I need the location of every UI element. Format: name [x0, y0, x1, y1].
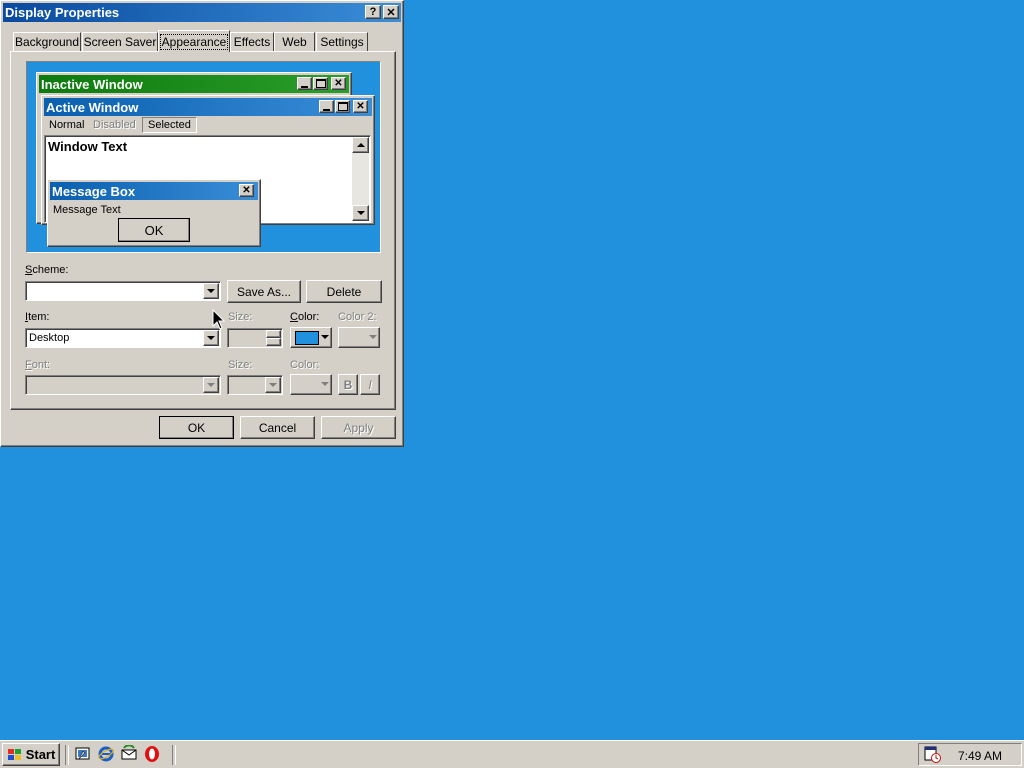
- preview-msgbox-ok[interactable]: OK: [118, 218, 190, 242]
- item-size-label: Size:: [228, 311, 253, 323]
- preview-msgbox-text: Message Text: [53, 204, 121, 216]
- font-size-label: Size:: [228, 359, 253, 371]
- tab-background[interactable]: Background: [13, 32, 81, 51]
- close-icon: ✕: [386, 6, 396, 19]
- item-color2-button[interactable]: [338, 327, 380, 348]
- opera-icon[interactable]: [143, 745, 161, 763]
- scheme-dropdown[interactable]: [25, 281, 221, 301]
- preview-menu-normal[interactable]: Normal: [49, 119, 84, 131]
- scroll-up-button[interactable]: [352, 137, 369, 153]
- font-dropdown[interactable]: [25, 375, 221, 395]
- apply-button[interactable]: Apply: [321, 416, 396, 439]
- item-color-button[interactable]: [290, 327, 332, 348]
- preview-window-text: Window Text: [48, 139, 128, 154]
- scroll-down-icon: [356, 211, 365, 215]
- item-color-label: Color:: [290, 311, 320, 323]
- font-size-dropdown[interactable]: [227, 375, 283, 395]
- item-color-swatch: [295, 331, 319, 345]
- preview-msgbox-close: ✕: [239, 184, 254, 197]
- scheme-label: Scheme:: [25, 264, 69, 276]
- window-titlebar[interactable]: Display Properties: [3, 3, 401, 22]
- mouse-cursor-icon: [212, 309, 226, 330]
- preview-menu-disabled[interactable]: Disabled: [93, 119, 136, 131]
- chevron-down-icon[interactable]: [203, 330, 219, 346]
- italic-button[interactable]: I: [360, 374, 380, 395]
- tab-screen-saver[interactable]: Screen Saver: [82, 32, 158, 51]
- preview-inactive-min: [297, 77, 312, 90]
- tab-appearance[interactable]: Appearance: [158, 30, 230, 52]
- preview-inactive-max: [313, 77, 328, 90]
- chevron-down-icon[interactable]: [265, 377, 281, 393]
- internet-explorer-icon[interactable]: [97, 745, 115, 763]
- ok-button[interactable]: OK: [159, 416, 234, 439]
- preview-active-close: ✕: [353, 100, 368, 113]
- item-color2-label: Color 2:: [338, 311, 377, 323]
- delete-button[interactable]: Delete: [306, 280, 382, 303]
- taskbar-divider: [65, 745, 69, 765]
- preview-menu-selected[interactable]: Selected: [142, 117, 197, 133]
- chevron-down-icon[interactable]: [203, 377, 219, 393]
- tab-web[interactable]: Web: [274, 32, 315, 51]
- item-size-spinner[interactable]: [227, 328, 283, 348]
- bold-button[interactable]: B: [338, 374, 358, 395]
- font-label: Font:: [25, 359, 51, 371]
- scroll-down-button[interactable]: [352, 205, 369, 221]
- preview-active-max: [335, 100, 350, 113]
- taskbar-divider-2: [172, 745, 176, 765]
- cancel-button[interactable]: Cancel: [240, 416, 315, 439]
- save-as-button[interactable]: Save As...: [227, 280, 301, 303]
- scroll-up-icon: [356, 143, 365, 147]
- show-desktop-icon[interactable]: [74, 745, 92, 763]
- display-properties-window: Display Properties ? ✕ Background Screen…: [0, 0, 404, 447]
- preview-active-min: [319, 100, 334, 113]
- close-button[interactable]: ✕: [383, 5, 399, 19]
- outlook-express-icon[interactable]: [120, 745, 138, 763]
- tab-effects[interactable]: Effects: [230, 32, 274, 51]
- font-color-label: Color:: [290, 359, 320, 371]
- item-label: Item:: [25, 311, 50, 323]
- start-button[interactable]: Start: [2, 743, 60, 766]
- scheduled-tasks-icon[interactable]: [924, 746, 942, 763]
- chevron-down-icon[interactable]: [203, 283, 219, 299]
- window-title: Display Properties: [5, 5, 120, 20]
- clock[interactable]: 7:49 AM: [958, 749, 1002, 763]
- preview-msgbox-titlebar: Message Box: [50, 182, 258, 200]
- tab-settings[interactable]: Settings: [316, 32, 368, 51]
- preview-inactive-close: ✕: [331, 77, 346, 90]
- help-button[interactable]: ?: [365, 5, 381, 19]
- font-color-button[interactable]: [290, 374, 332, 395]
- windows-logo-icon: [7, 748, 21, 760]
- item-dropdown[interactable]: Desktop: [25, 328, 221, 348]
